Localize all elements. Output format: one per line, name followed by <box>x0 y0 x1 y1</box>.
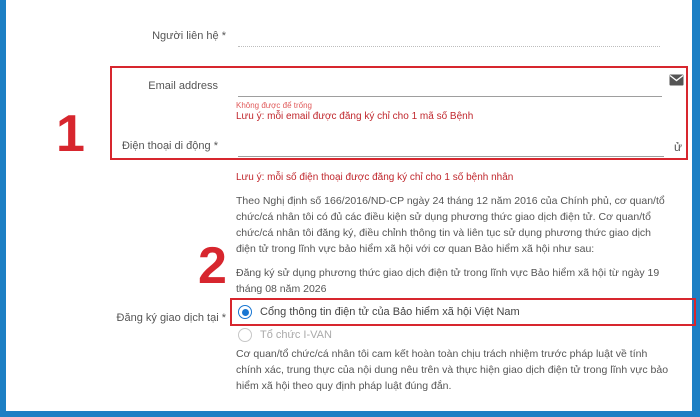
commitment-paragraph: Cơ quan/tổ chức/cá nhân tôi cam kết hoàn… <box>236 348 669 392</box>
step-number-1: 1 <box>56 105 85 163</box>
contact-label: Người liên hệ * <box>152 30 226 42</box>
radio-option-portal-label: Cổng thông tin điện tử của Bảo hiểm xã h… <box>260 306 520 318</box>
email-note: Lưu ý: mỗi email được đăng ký chỉ cho 1 … <box>236 111 474 122</box>
phone-label: Điện thoại di động * <box>121 140 218 152</box>
radio-option-ivan[interactable]: Tổ chức I-VAN <box>238 328 332 342</box>
register-label: Đăng ký giao dịch tại * <box>116 312 226 324</box>
email-input[interactable] <box>238 96 662 97</box>
email-error: Không được để trống <box>236 101 312 110</box>
phone-note: Lưu ý: mỗi số điện thoại được đăng ký ch… <box>236 172 514 183</box>
radio-unselected-icon[interactable] <box>238 328 252 342</box>
step-number-2: 2 <box>198 237 227 295</box>
phone-suffix: ử <box>674 140 683 154</box>
radio-option-ivan-label: Tổ chức I-VAN <box>260 329 332 341</box>
terms-paragraph: Theo Nghị định số 166/2016/ND-CP ngày 24… <box>236 195 665 255</box>
contact-input[interactable] <box>238 46 660 47</box>
radio-option-portal[interactable]: Cổng thông tin điện tử của Bảo hiểm xã h… <box>238 305 520 319</box>
envelope-icon <box>669 73 684 86</box>
registration-date-paragraph: Đăng ký sử dụng phương thức giao dịch đi… <box>236 267 660 295</box>
email-label: Email address <box>148 80 218 92</box>
phone-input[interactable] <box>238 156 664 157</box>
form-panel: Người liên hệ * Email address Không được… <box>6 0 696 411</box>
radio-selected-icon[interactable] <box>238 305 252 319</box>
page: { "contact": { "label": "Người liên hệ",… <box>0 0 700 417</box>
